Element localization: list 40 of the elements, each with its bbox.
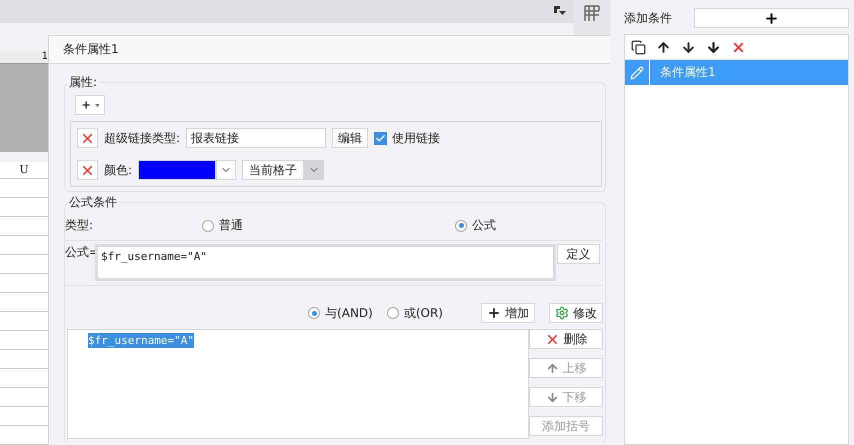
dialog-title: 条件属性1 bbox=[49, 36, 610, 64]
plus-icon bbox=[487, 306, 501, 320]
gear-icon bbox=[555, 306, 569, 320]
action-button[interactable]: 删除 bbox=[529, 329, 603, 349]
define-button[interactable]: 定义 bbox=[557, 244, 600, 264]
column-header: U bbox=[0, 162, 48, 180]
remove-button[interactable] bbox=[77, 160, 98, 180]
group-legend: 公式条件 bbox=[67, 194, 119, 211]
logic-radio[interactable]: 与(AND) bbox=[308, 304, 373, 322]
scope-select[interactable]: 当前格子 bbox=[242, 160, 304, 180]
edit-button[interactable]: 编辑 bbox=[332, 128, 368, 148]
plus-icon bbox=[764, 10, 779, 26]
type-radio[interactable]: 普通 bbox=[202, 217, 455, 234]
modify-button[interactable]: 修改 bbox=[549, 303, 603, 323]
type-radio[interactable]: 公式 bbox=[455, 217, 496, 234]
arrow-down-icon bbox=[546, 390, 558, 404]
input-field[interactable]: 报表链接 bbox=[186, 128, 326, 148]
dropdown-button[interactable] bbox=[304, 160, 324, 180]
add-button[interactable]: 增加 bbox=[481, 303, 535, 323]
field-label: 超级链接类型: bbox=[104, 130, 180, 146]
color-swatch[interactable] bbox=[138, 160, 216, 180]
dropdown-button[interactable] bbox=[216, 160, 236, 180]
group-legend: 属性: bbox=[67, 74, 100, 91]
arrow-up-icon bbox=[546, 362, 558, 374]
field-label: 颜色: bbox=[104, 162, 132, 178]
arrow-down-icon[interactable] bbox=[681, 40, 696, 54]
check-icon bbox=[375, 132, 386, 144]
field-label: 类型: bbox=[65, 217, 94, 234]
remove-button[interactable] bbox=[77, 128, 98, 148]
copy-icon[interactable] bbox=[631, 40, 646, 54]
logic-radio[interactable]: 或(OR) bbox=[386, 304, 443, 322]
use-link-checkbox[interactable]: 使用链接 bbox=[374, 130, 440, 146]
corner-icon[interactable] bbox=[554, 6, 566, 17]
ruler-label: 1 bbox=[42, 50, 48, 63]
panel-label: 添加条件 bbox=[624, 10, 672, 26]
caret-icon bbox=[95, 104, 99, 106]
add-dropdown-button[interactable] bbox=[75, 95, 105, 115]
grid-icon[interactable] bbox=[584, 5, 600, 22]
formula-field[interactable]: $fr_username="A" bbox=[95, 244, 556, 281]
pencil-icon bbox=[630, 66, 644, 80]
